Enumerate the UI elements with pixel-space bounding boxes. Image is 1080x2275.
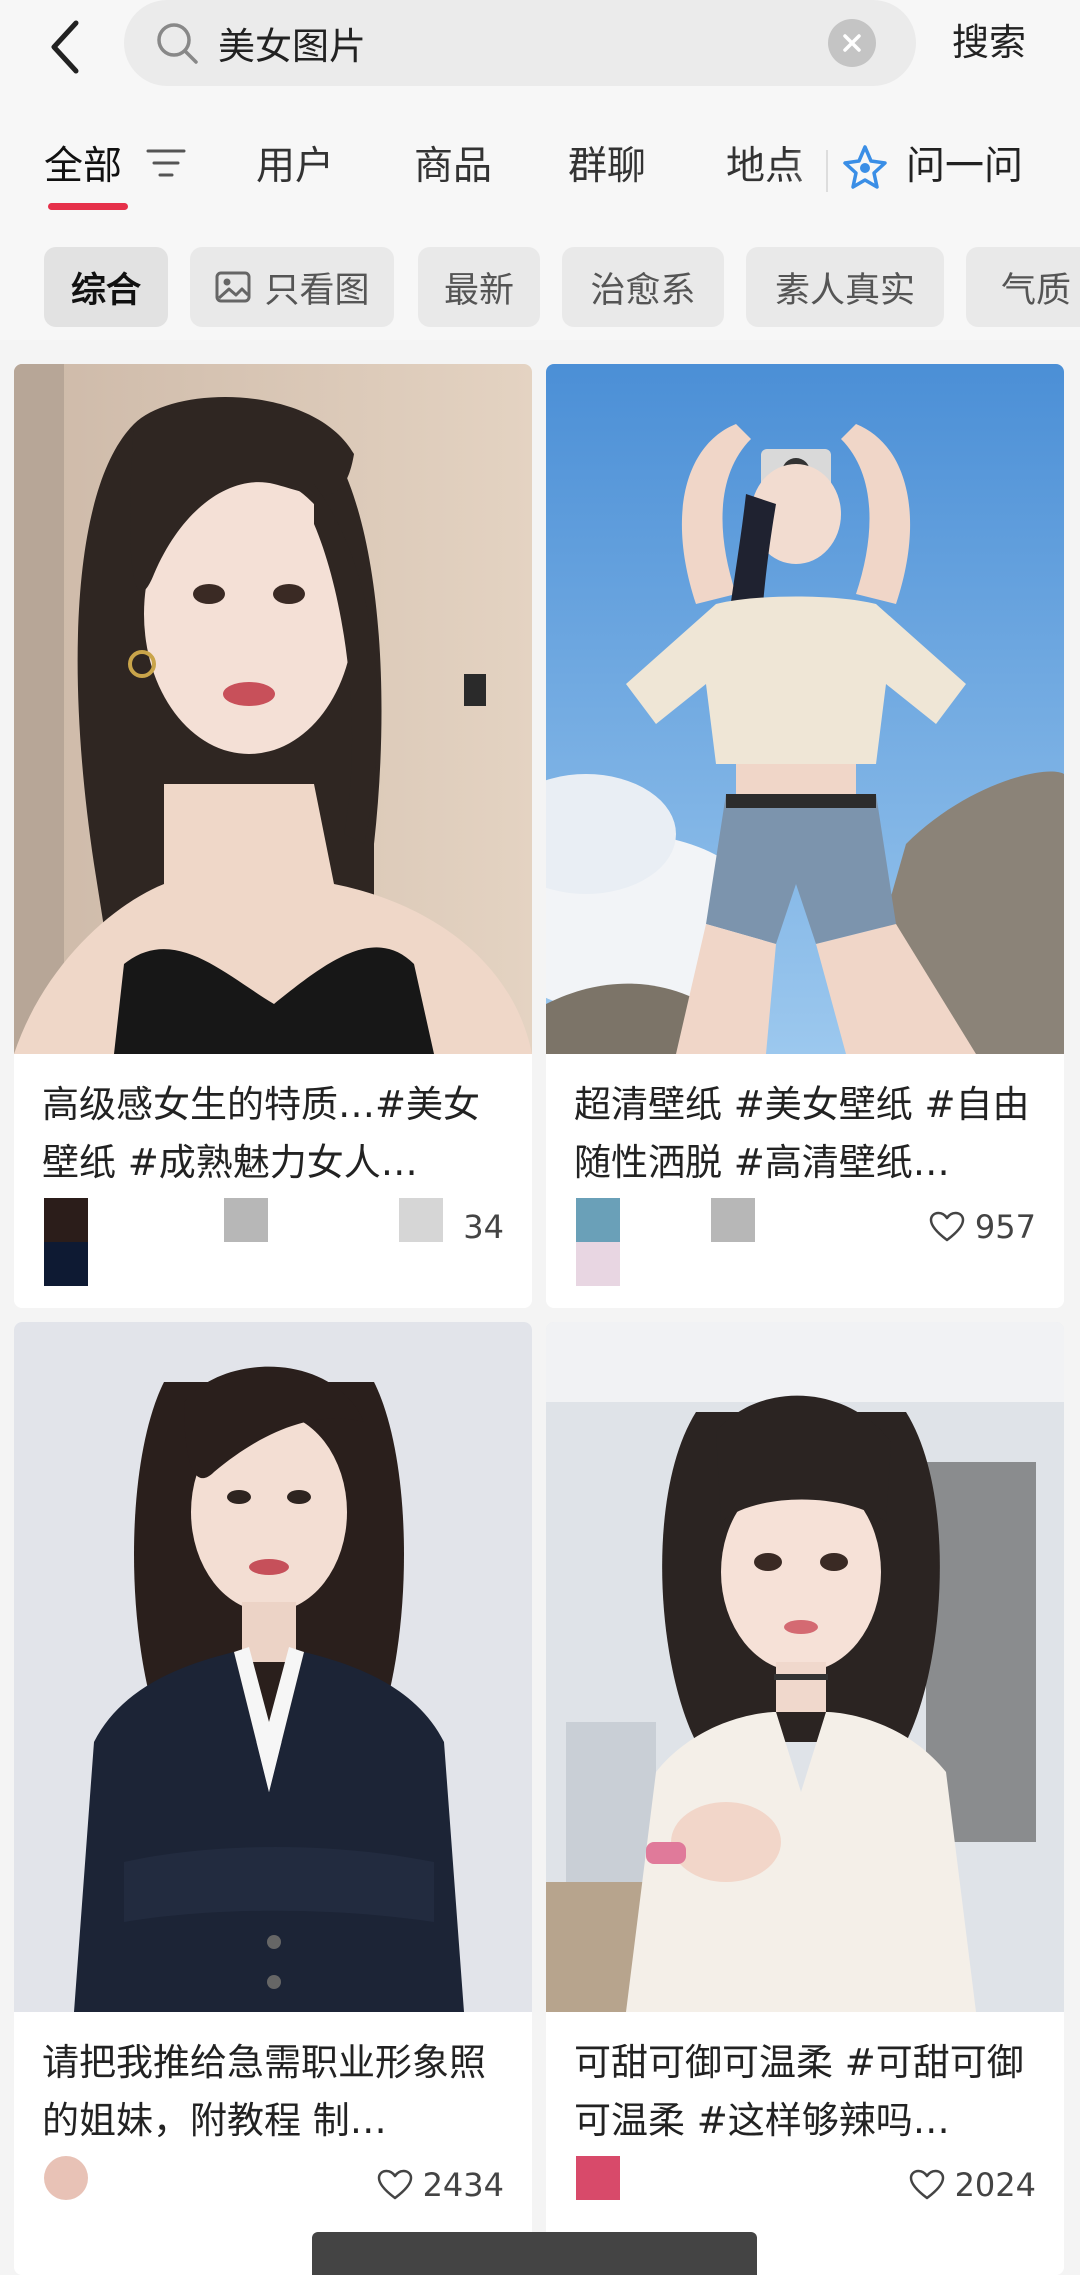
- search-icon: [157, 23, 198, 64]
- chip-label: 气质: [1000, 270, 1071, 311]
- card-meta: 957: [546, 1198, 1064, 1286]
- chip-label: 治愈系: [590, 270, 696, 311]
- tab-group-chats[interactable]: 群聊: [568, 137, 646, 197]
- chip-label: 只看图: [264, 270, 370, 311]
- tab-all[interactable]: 全部: [44, 137, 122, 197]
- card-photo[interactable]: [14, 1322, 532, 2012]
- card-title[interactable]: 可甜可御可温柔 #可甜可御可温柔 #这样够辣吗…: [546, 2012, 1064, 2152]
- card-title[interactable]: 高级感女生的特质…#美女壁纸 #成熟魅力女人…: [14, 1054, 532, 1194]
- sparkle-star-icon: [843, 145, 887, 189]
- like-count-value: 34: [463, 1208, 504, 1246]
- chip-latest[interactable]: 最新: [418, 247, 540, 327]
- feed-card[interactable]: 请把我推给急需职业形象照的姐妹，附教程 制… 2434: [14, 1322, 532, 2275]
- card-meta: 2024: [546, 2156, 1064, 2236]
- ask-button[interactable]: 问一问: [842, 137, 1023, 197]
- search-query[interactable]: 美女图片: [218, 16, 828, 70]
- chip-label: 最新: [443, 270, 514, 311]
- like-count-value: 957: [974, 1208, 1036, 1246]
- feed-card[interactable]: 超清壁纸 #美女壁纸 #自由随性洒脱 #高清壁纸… 957: [546, 364, 1064, 1308]
- heart-outline-icon: [377, 2169, 412, 2200]
- like-count-value: 2434: [422, 2166, 504, 2204]
- feed-card[interactable]: 高级感女生的特质…#美女壁纸 #成熟魅力女人… 34: [14, 364, 532, 1308]
- chip-images-only[interactable]: 只看图: [190, 247, 394, 327]
- author-avatar[interactable]: [44, 2156, 88, 2244]
- redacted-block: [399, 1198, 443, 1242]
- search-input[interactable]: 美女图片: [124, 0, 916, 86]
- tab-divider: [826, 150, 828, 192]
- tab-fade-overlay: [790, 135, 850, 205]
- author-avatar[interactable]: [576, 1198, 620, 1286]
- like-count[interactable]: 957: [929, 1208, 1036, 1246]
- card-photo[interactable]: [546, 364, 1064, 1054]
- like-count[interactable]: 2024: [909, 2166, 1036, 2204]
- search-submit-button[interactable]: 搜索: [952, 10, 1026, 76]
- home-indicator-overlay: [312, 2232, 757, 2275]
- like-count[interactable]: 2434: [377, 2166, 504, 2204]
- chip-healing[interactable]: 治愈系: [562, 247, 724, 327]
- chip-amateur-real[interactable]: 素人真实: [746, 247, 944, 327]
- author-avatar[interactable]: [44, 1198, 88, 1286]
- heart-outline-icon: [929, 1211, 965, 1242]
- search-header: 美女图片 搜索: [0, 0, 1080, 115]
- card-photo[interactable]: [14, 364, 532, 1054]
- tab-products[interactable]: 商品: [414, 137, 492, 197]
- active-tab-indicator: [48, 203, 128, 210]
- card-title[interactable]: 超清壁纸 #美女壁纸 #自由随性洒脱 #高清壁纸…: [546, 1054, 1064, 1194]
- chevron-left-icon: [51, 20, 79, 74]
- close-icon: [843, 34, 861, 52]
- like-count-value: 2024: [954, 2166, 1036, 2204]
- chip-label: 素人真实: [774, 270, 915, 311]
- author-avatar[interactable]: [576, 2156, 620, 2244]
- chip-label: 综合: [70, 270, 141, 311]
- heart-outline-icon: [909, 2169, 944, 2200]
- like-count[interactable]: 34: [463, 1208, 504, 1246]
- card-photo[interactable]: [546, 1322, 1064, 2012]
- back-button[interactable]: [40, 12, 90, 82]
- clear-search-button[interactable]: [828, 19, 876, 67]
- card-meta: 2434: [14, 2156, 532, 2236]
- card-meta: 34: [14, 1198, 532, 1286]
- image-icon: [215, 271, 251, 303]
- feed-card[interactable]: 可甜可御可温柔 #可甜可御可温柔 #这样够辣吗… 2024: [546, 1322, 1064, 2275]
- author-name-redacted[interactable]: [711, 1198, 755, 1242]
- chip-comprehensive[interactable]: 综合: [44, 247, 168, 327]
- filter-chips: 综合 只看图 最新 治愈系 素人真实 气质: [0, 225, 1080, 340]
- tab-users[interactable]: 用户: [256, 137, 334, 197]
- author-name-redacted[interactable]: [224, 1198, 268, 1242]
- filter-lines-icon[interactable]: [146, 146, 186, 180]
- card-title[interactable]: 请把我推给急需职业形象照的姐妹，附教程 制…: [14, 2012, 532, 2152]
- ask-label: 问一问: [906, 144, 1024, 189]
- chip-temperament[interactable]: 气质: [966, 247, 1080, 327]
